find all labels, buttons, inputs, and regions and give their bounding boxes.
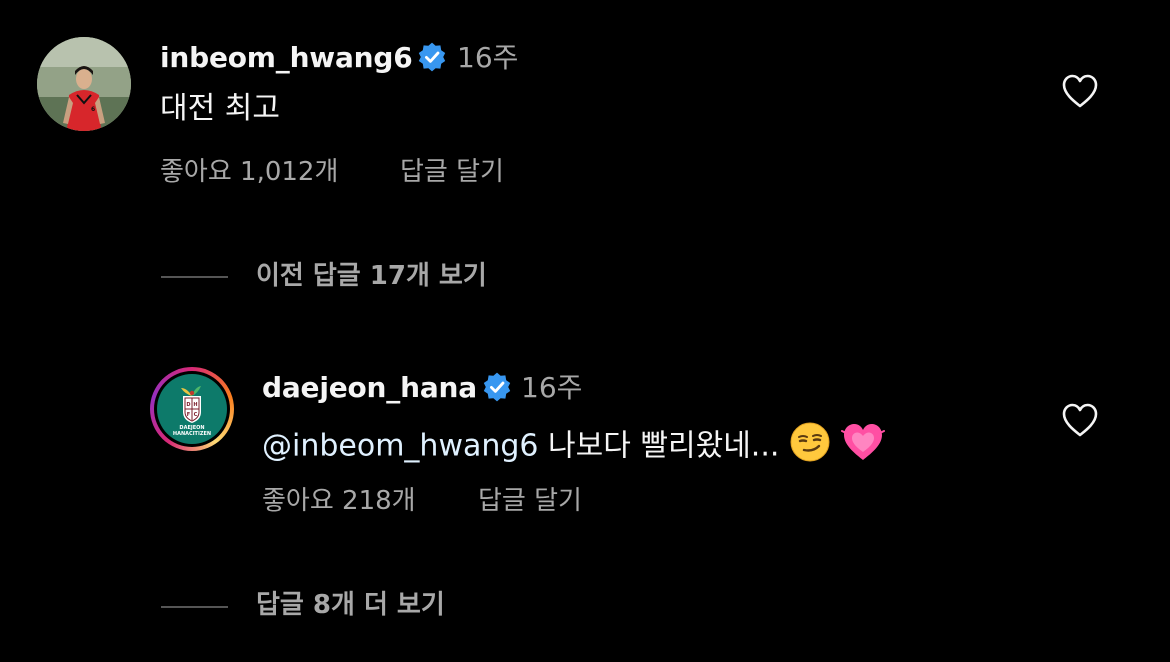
svg-text:H: H (193, 402, 197, 408)
comment-timestamp: 16주 (457, 41, 519, 74)
comment-timestamp: 16주 (521, 371, 583, 404)
like-count[interactable]: 좋아요 218개 (262, 485, 416, 517)
svg-text:D: D (186, 402, 190, 408)
svg-text:F: F (187, 412, 190, 418)
reply-button[interactable]: 답글 달기 (478, 485, 582, 517)
view-previous-replies-button[interactable]: 이전 답글 17개 보기 (256, 260, 487, 292)
view-more-replies-button[interactable]: 답글 8개 더 보기 (256, 589, 445, 621)
user-photo-avatar: 6 (37, 37, 131, 131)
logo-text: HANACITIZEN (172, 431, 212, 437)
avatar[interactable]: D H F C DAEJEON HANACITIZEN (150, 367, 234, 451)
avatar[interactable]: 6 (37, 37, 131, 131)
replies-divider (161, 606, 228, 608)
like-count[interactable]: 좋아요 1,012개 (160, 156, 338, 188)
smirking-face-emoji-icon (789, 421, 831, 473)
comment-text: 대전 최고 (160, 91, 280, 126)
svg-text:6: 6 (91, 106, 95, 113)
verified-badge-icon (416, 41, 448, 77)
growing-heart-emoji-icon (840, 421, 885, 473)
verified-badge-icon (481, 371, 513, 407)
daejeon-hanacitizen-logo-icon: D H F C DAEJEON HANACITIZEN (157, 374, 227, 444)
comment-text-row: @inbeom_hwang6 나보다 빨리왔네... (262, 421, 885, 473)
replies-divider (161, 276, 228, 278)
story-ring: D H F C DAEJEON HANACITIZEN (154, 371, 230, 447)
comment-text: 나보다 빨리왔네... (538, 428, 780, 464)
like-heart-icon[interactable] (1061, 73, 1099, 113)
mention-link[interactable]: @inbeom_hwang6 (262, 429, 539, 464)
comment-username[interactable]: inbeom_hwang6 (160, 41, 413, 75)
reply-button[interactable]: 답글 달기 (400, 156, 504, 188)
svg-text:C: C (194, 412, 198, 418)
comment-username[interactable]: daejeon_hana (262, 371, 477, 405)
like-heart-icon[interactable] (1061, 402, 1099, 442)
